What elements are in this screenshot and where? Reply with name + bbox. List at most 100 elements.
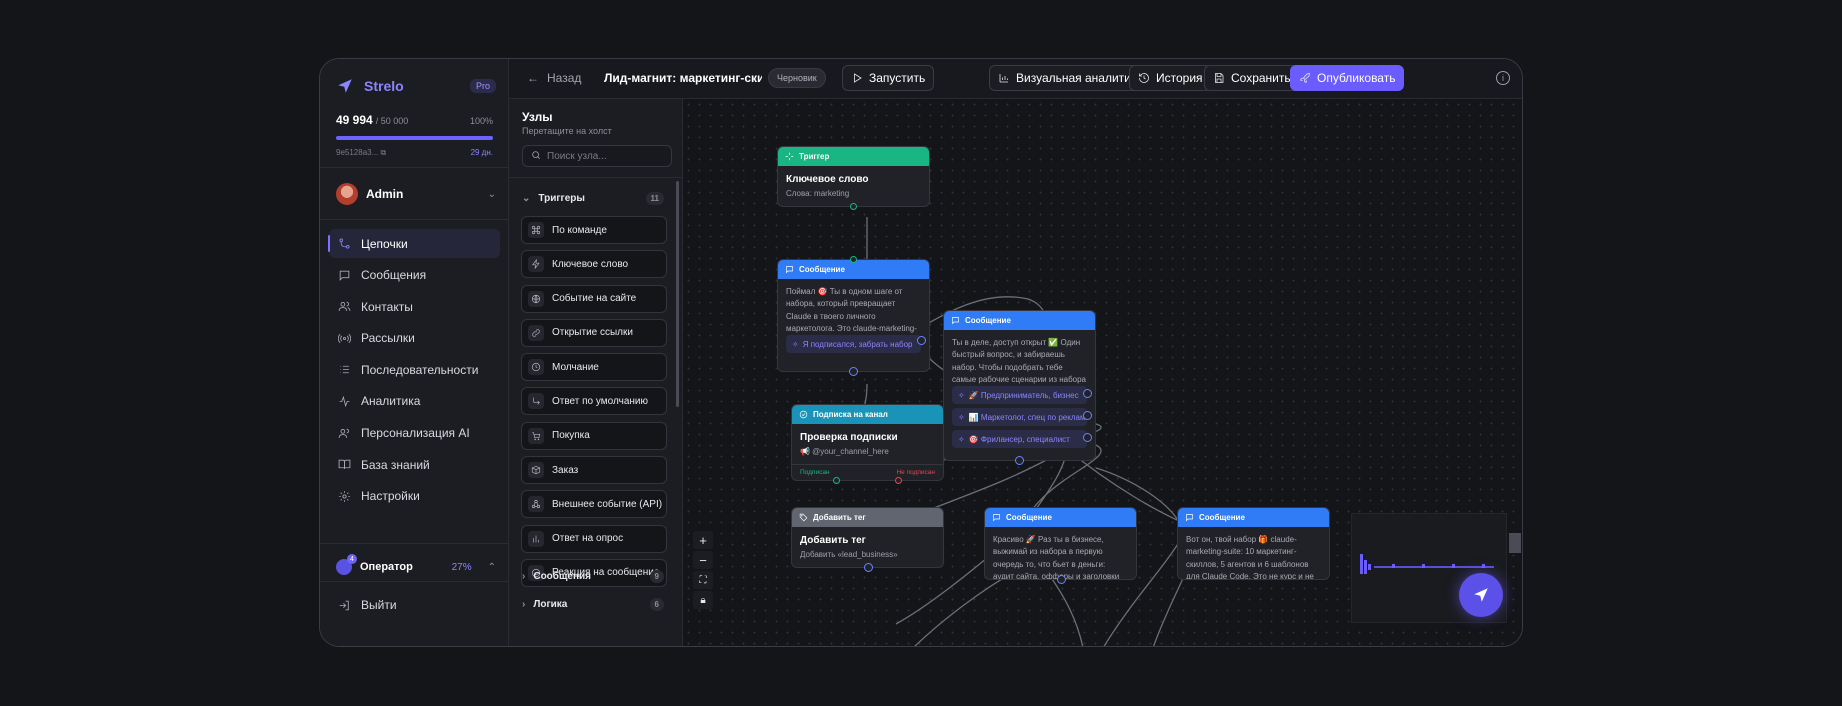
chart-icon <box>999 74 1008 83</box>
library-node-command[interactable]: По команде <box>521 216 667 244</box>
output-port[interactable] <box>864 563 873 572</box>
flow-canvas[interactable]: Триггер Ключевое слово Слова: marketing … <box>683 99 1522 646</box>
quota-days: 29 дн. <box>470 148 493 157</box>
visual-analytics-label: Визуальная аналитика <box>1016 71 1144 85</box>
category-messages[interactable]: › Сообщения 9 <box>522 570 664 583</box>
library-node-link-open[interactable]: Открытие ссылки <box>521 318 667 347</box>
run-button[interactable]: Запустить <box>842 65 935 91</box>
save-button[interactable]: Сохранить <box>1204 65 1300 91</box>
button-port[interactable] <box>1083 389 1092 398</box>
nav-item-broadcasts[interactable]: Рассылки <box>329 324 500 353</box>
node-header: Сообщение <box>985 508 1136 527</box>
info-icon[interactable]: i <box>1496 71 1510 85</box>
publish-label: Опубликовать <box>1317 71 1396 85</box>
nav-item-settings[interactable]: Настройки <box>329 482 500 511</box>
divider <box>320 219 508 220</box>
library-node-silence[interactable]: Молчание <box>521 353 667 382</box>
zoom-in-button[interactable]: + <box>693 531 713 549</box>
message-button[interactable]: ✧ 🚀 Предприниматель, бизнес <box>952 386 1087 404</box>
output-port[interactable] <box>850 203 857 210</box>
message-node[interactable]: Сообщение Поймал 🎯 Ты в одном шаге от на… <box>777 256 930 376</box>
branch-labels: Подписан Не подписан <box>792 464 943 480</box>
library-node-external-event[interactable]: Внешнее событие (API) <box>521 490 667 519</box>
nav-item-ai-personalization[interactable]: Персонализация AI <box>329 419 500 448</box>
library-scrollbar[interactable] <box>676 181 679 407</box>
category-triggers[interactable]: ⌄ Триггеры 11 <box>522 192 664 205</box>
node-title: Проверка подписки <box>800 432 898 443</box>
nav-item-messages[interactable]: Сообщения <box>329 261 500 290</box>
nav-item-sequences[interactable]: Последовательности <box>329 355 500 384</box>
message-node[interactable]: Сообщение Ты в деле, доступ открыт ✅ Оди… <box>943 310 1096 465</box>
input-port[interactable] <box>850 256 857 263</box>
workflow-icon <box>337 237 351 251</box>
brand[interactable]: Strelo <box>336 77 404 95</box>
library-node-poll-answer[interactable]: Ответ на опрос <box>521 524 667 553</box>
user-menu[interactable]: Admin ⌄ <box>336 183 496 205</box>
button-port[interactable] <box>1083 433 1092 442</box>
output-port-yes[interactable] <box>833 477 840 484</box>
nav-item-chains[interactable]: Цепочки <box>328 229 500 258</box>
output-port[interactable] <box>1015 456 1024 465</box>
zoom-out-button[interactable]: − <box>693 551 713 569</box>
node-title: Добавить тег <box>800 535 866 546</box>
operator-name: Оператор <box>360 561 413 573</box>
library-node-default-reply[interactable]: Ответ по умолчанию <box>521 387 667 416</box>
visual-analytics-button[interactable]: Визуальная аналитика <box>989 65 1153 91</box>
nav-item-analytics[interactable]: Аналитика <box>329 387 500 416</box>
category-logic[interactable]: › Логика 6 <box>522 598 664 611</box>
back-button[interactable]: ← Назад <box>527 71 581 85</box>
message-node[interactable]: Сообщение Вот он, твой набор 🎁 claude-ma… <box>1177 507 1330 580</box>
send-fab-button[interactable] <box>1459 573 1503 617</box>
node-search-input[interactable] <box>547 150 667 162</box>
node-search[interactable] <box>522 145 672 167</box>
contacts-icon <box>337 300 351 314</box>
nav-item-contacts[interactable]: Контакты <box>329 292 500 321</box>
copy-icon[interactable]: ⧉ <box>381 148 387 157</box>
operator-toggle[interactable]: 4 Оператор 27% ⌃ <box>336 554 496 575</box>
account-id[interactable]: 9e5128a3... ⧉ <box>336 148 386 158</box>
library-node-keyword[interactable]: Ключевое слово <box>521 250 667 279</box>
message-node[interactable]: Сообщение Красиво 🚀 Раз ты в бизнесе, вы… <box>984 507 1137 584</box>
library-node-site-event[interactable]: Событие на сайте <box>521 284 667 313</box>
publish-button[interactable]: Опубликовать <box>1290 65 1405 91</box>
nav-label: Настройки <box>361 489 420 504</box>
minimap-scrollbar[interactable] <box>1509 533 1521 553</box>
message-button-label: 🎯 Фрилансер, специалист <box>968 434 1070 444</box>
logout-button[interactable]: Выйти <box>337 598 397 612</box>
node-header: Добавить тег <box>792 508 943 527</box>
play-icon <box>854 73 862 83</box>
message-button[interactable]: ✧ Я подписался, забрать набор <box>786 335 921 353</box>
subscription-check-node[interactable]: Подписка на канал Проверка подписки 📢 @y… <box>791 404 944 484</box>
avatar <box>336 183 358 205</box>
tag-icon <box>799 513 808 522</box>
nav-item-knowledge-base[interactable]: База знаний <box>329 450 500 479</box>
operator-percent: 27% <box>451 561 472 573</box>
history-label: История <box>1156 71 1203 85</box>
fit-view-button[interactable]: ⛶ <box>693 571 713 589</box>
status-badge: Черновик <box>768 68 826 88</box>
trigger-node[interactable]: Триггер Ключевое слово Слова: marketing <box>777 146 930 210</box>
message-text: Ты в деле, доступ открыт ✅ Один быстрый … <box>952 338 1087 384</box>
sequence-icon <box>337 363 351 377</box>
library-node-label: Открытие ссылки <box>552 327 633 339</box>
button-port[interactable] <box>917 336 926 345</box>
history-button[interactable]: История <box>1129 65 1212 91</box>
library-node-purchase[interactable]: Покупка <box>521 421 667 450</box>
chain-title[interactable]: Лид-магнит: маркетинг-скиллы <box>604 71 762 85</box>
button-port[interactable] <box>1083 411 1092 420</box>
gear-icon <box>337 489 351 503</box>
lock-icon[interactable]: 🔒︎ <box>693 591 713 609</box>
library-node-order[interactable]: Заказ <box>521 456 667 485</box>
output-port-no[interactable] <box>895 477 902 484</box>
output-port[interactable] <box>1057 575 1066 584</box>
library-node-label: Ответ на опрос <box>552 533 624 545</box>
message-button[interactable]: ✧ 📊 Маркетолог, спец по рекламе <box>952 408 1087 426</box>
library-node-label: Заказ <box>552 464 579 476</box>
output-port[interactable] <box>849 367 858 376</box>
add-tag-node[interactable]: Добавить тег Добавить тег Добавить «lead… <box>791 507 944 572</box>
divider <box>509 177 682 178</box>
check-circle-icon <box>799 410 808 419</box>
message-button[interactable]: ✧ 🎯 Фрилансер, специалист <box>952 430 1087 448</box>
message-button-label: 📊 Маркетолог, спец по рекламе <box>968 412 1087 422</box>
message-button-label: Я подписался, забрать набор <box>802 339 913 349</box>
